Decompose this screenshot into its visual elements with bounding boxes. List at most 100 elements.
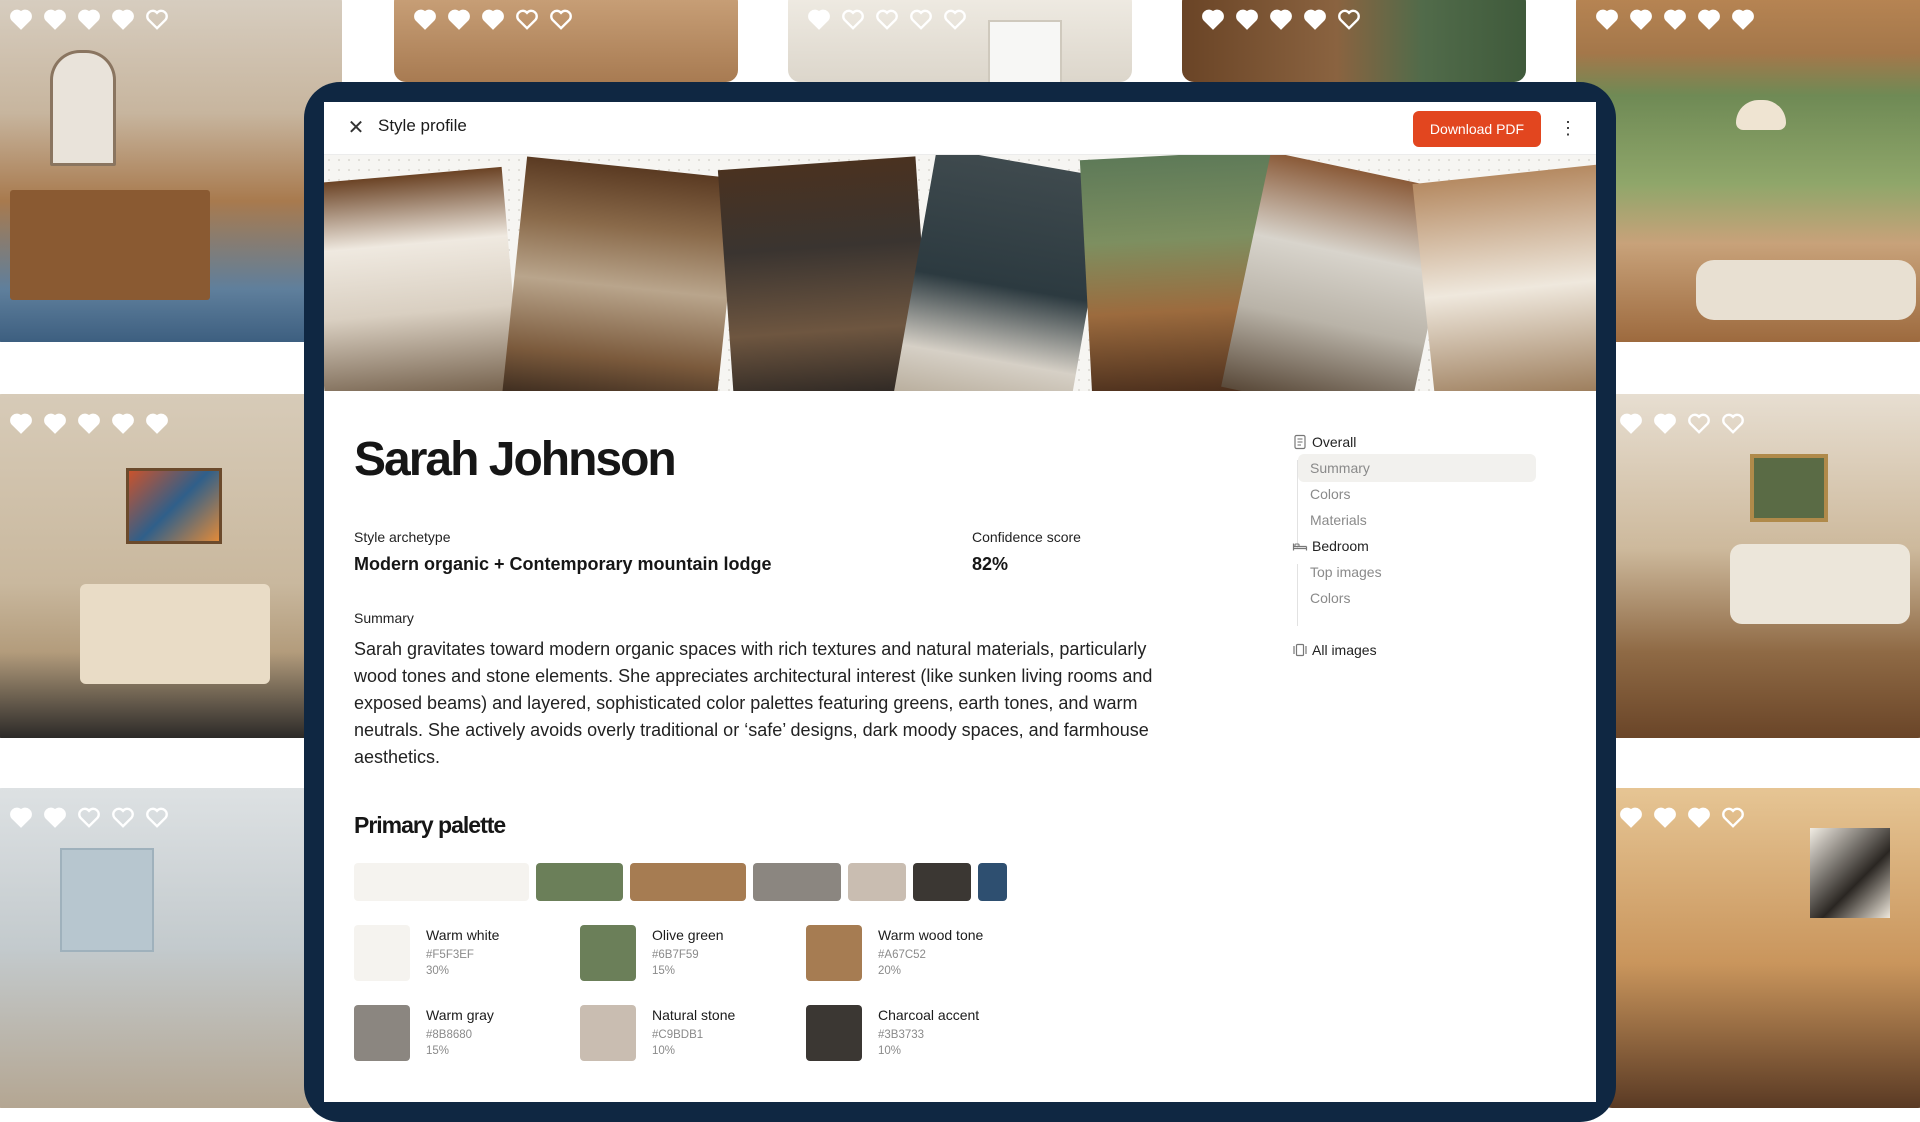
color-hex: #F5F3EF bbox=[426, 949, 474, 961]
rating-hearts bbox=[1594, 6, 1756, 32]
heart-filled-icon[interactable] bbox=[1686, 804, 1712, 830]
tile-parlor[interactable] bbox=[1600, 394, 1920, 738]
heart-outline-icon[interactable] bbox=[1686, 410, 1712, 436]
heart-filled-icon[interactable] bbox=[1652, 410, 1678, 436]
heart-filled-icon[interactable] bbox=[8, 804, 34, 830]
heart-outline-icon[interactable] bbox=[840, 6, 866, 32]
heart-filled-icon[interactable] bbox=[110, 410, 136, 436]
nav-all-images[interactable]: All images bbox=[1312, 636, 1377, 664]
rating-hearts bbox=[1200, 6, 1362, 32]
tile-hall[interactable] bbox=[394, 0, 738, 82]
heart-filled-icon[interactable] bbox=[806, 6, 832, 32]
tile-photo bbox=[0, 788, 320, 1108]
heart-outline-icon[interactable] bbox=[1720, 804, 1746, 830]
color-swatch bbox=[354, 925, 410, 981]
heart-filled-icon[interactable] bbox=[42, 410, 68, 436]
rating-hearts bbox=[8, 804, 170, 830]
heart-filled-icon[interactable] bbox=[480, 6, 506, 32]
heart-filled-icon[interactable] bbox=[42, 6, 68, 32]
collage-image bbox=[502, 156, 740, 391]
archetype-label: Style archetype bbox=[354, 529, 451, 545]
palette-swatch-item: Warm wood tone #A67C52 20% bbox=[806, 925, 1056, 985]
heart-filled-icon[interactable] bbox=[76, 410, 102, 436]
download-pdf-button[interactable]: Download PDF bbox=[1413, 111, 1541, 147]
heart-outline-icon[interactable] bbox=[144, 6, 170, 32]
palette-bar-segment bbox=[535, 863, 623, 901]
heart-filled-icon[interactable] bbox=[446, 6, 472, 32]
color-hex: #A67C52 bbox=[878, 949, 926, 961]
heart-outline-icon[interactable] bbox=[514, 6, 540, 32]
color-name: Olive green bbox=[652, 927, 724, 943]
tile-photo bbox=[0, 394, 320, 738]
tile-living-windows[interactable] bbox=[1576, 0, 1920, 342]
style-profile-modal: ✕ Style profile Download PDF ⋮ Sarah Joh… bbox=[324, 102, 1596, 1102]
heart-outline-icon[interactable] bbox=[110, 804, 136, 830]
modal-title: Style profile bbox=[378, 116, 467, 135]
heart-filled-icon[interactable] bbox=[1696, 6, 1722, 32]
nav-overall[interactable]: Overall bbox=[1312, 428, 1356, 456]
heart-outline-icon[interactable] bbox=[548, 6, 574, 32]
nav-overall-materials[interactable]: Materials bbox=[1298, 506, 1536, 534]
color-hex: #6B7F59 bbox=[652, 949, 699, 961]
heart-filled-icon[interactable] bbox=[1594, 6, 1620, 32]
heart-outline-icon[interactable] bbox=[76, 804, 102, 830]
heart-filled-icon[interactable] bbox=[412, 6, 438, 32]
heart-filled-icon[interactable] bbox=[1628, 6, 1654, 32]
nav-bedroom[interactable]: Bedroom bbox=[1312, 532, 1369, 560]
color-percentage: 20% bbox=[878, 965, 902, 977]
tile-dining[interactable] bbox=[1600, 788, 1920, 1108]
color-hex: #C9BDB1 bbox=[652, 1029, 704, 1041]
heart-filled-icon[interactable] bbox=[1618, 410, 1644, 436]
heart-filled-icon[interactable] bbox=[1652, 804, 1678, 830]
color-swatch bbox=[354, 1005, 410, 1061]
kebab-menu-icon[interactable]: ⋮ bbox=[1556, 114, 1580, 142]
nav-overall-summary[interactable]: Summary bbox=[1298, 454, 1536, 482]
nav-bedroom-top-images[interactable]: Top images bbox=[1298, 558, 1536, 586]
heart-outline-icon[interactable] bbox=[1336, 6, 1362, 32]
heart-filled-icon[interactable] bbox=[1200, 6, 1226, 32]
heart-filled-icon[interactable] bbox=[1730, 6, 1756, 32]
nav-overall-colors[interactable]: Colors bbox=[1298, 480, 1536, 508]
color-swatch bbox=[806, 925, 862, 981]
heart-filled-icon[interactable] bbox=[42, 804, 68, 830]
summary-text: Sarah gravitates toward modern organic s… bbox=[354, 639, 1153, 767]
bed-icon bbox=[1292, 538, 1308, 554]
heart-filled-icon[interactable] bbox=[1302, 6, 1328, 32]
heart-filled-icon[interactable] bbox=[1618, 804, 1644, 830]
palette-swatch-item: Warm white #F5F3EF 30% bbox=[354, 925, 604, 985]
color-hex: #8B8680 bbox=[426, 1029, 473, 1041]
profile-name: Sarah Johnson bbox=[354, 433, 677, 486]
heart-outline-icon[interactable] bbox=[874, 6, 900, 32]
heart-outline-icon[interactable] bbox=[1720, 410, 1746, 436]
heart-outline-icon[interactable] bbox=[942, 6, 968, 32]
heart-filled-icon[interactable] bbox=[8, 410, 34, 436]
heart-filled-icon[interactable] bbox=[1268, 6, 1294, 32]
heart-filled-icon[interactable] bbox=[8, 6, 34, 32]
palette-bar-segment bbox=[354, 863, 529, 901]
nav-bedroom-colors[interactable]: Colors bbox=[1298, 584, 1536, 612]
gallery-icon bbox=[1292, 642, 1308, 658]
close-icon[interactable]: ✕ bbox=[344, 116, 368, 140]
palette-swatch-item: Charcoal accent #3B3733 10% bbox=[806, 1005, 1056, 1065]
tile-bathroom[interactable] bbox=[0, 0, 342, 342]
color-percentage: 15% bbox=[426, 1045, 450, 1057]
archetype-value: Modern organic + Contemporary mountain l… bbox=[354, 554, 772, 574]
heart-filled-icon[interactable] bbox=[76, 6, 102, 32]
tile-wood-room[interactable] bbox=[1182, 0, 1526, 82]
tile-bright-room[interactable] bbox=[788, 0, 1132, 82]
color-swatch bbox=[806, 1005, 862, 1061]
heart-filled-icon[interactable] bbox=[110, 6, 136, 32]
rating-hearts bbox=[8, 6, 170, 32]
heart-outline-icon[interactable] bbox=[908, 6, 934, 32]
heart-outline-icon[interactable] bbox=[144, 804, 170, 830]
color-percentage: 10% bbox=[652, 1045, 676, 1057]
color-percentage: 30% bbox=[426, 965, 450, 977]
rating-hearts bbox=[8, 410, 170, 436]
heart-filled-icon[interactable] bbox=[144, 410, 170, 436]
heart-filled-icon[interactable] bbox=[1234, 6, 1260, 32]
document-icon bbox=[1292, 434, 1308, 450]
tile-bedroom[interactable] bbox=[0, 394, 320, 738]
rating-hearts bbox=[1618, 804, 1746, 830]
heart-filled-icon[interactable] bbox=[1662, 6, 1688, 32]
tile-kitchen[interactable] bbox=[0, 788, 320, 1108]
